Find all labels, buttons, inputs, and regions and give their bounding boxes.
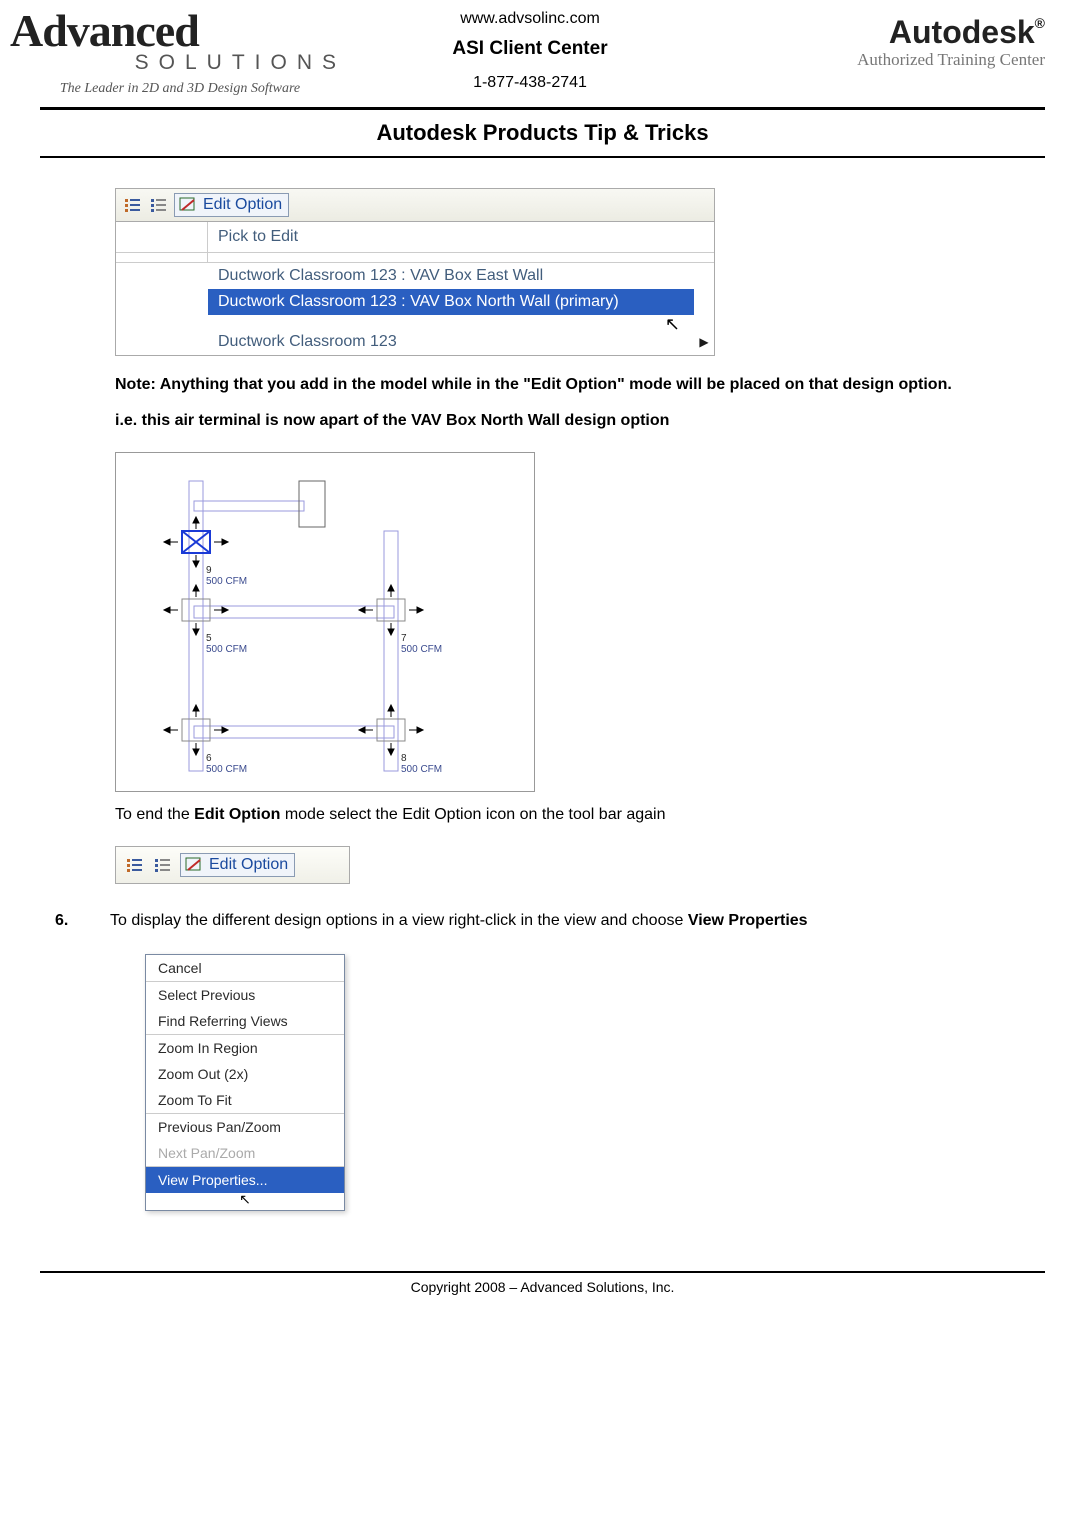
ctx-find-referring-views-label: Find Referring Views [158, 1013, 288, 1029]
autodesk-brand: Autodesk® [710, 16, 1045, 48]
ctx-zoom-in-region[interactable]: Zoom In Region [146, 1035, 344, 1061]
page-content: Edit Option Pick to Edit Ductwork Classr… [0, 188, 1085, 1211]
terminal-6-cfm: 500 CFM [206, 764, 247, 775]
submenu-arrow-icon: ▶ [694, 335, 714, 349]
page-header: Advanced SOLUTIONS The Leader in 2D and … [0, 0, 1085, 97]
ctx-next-pan-zoom-label: Next Pan/Zoom [158, 1145, 255, 1161]
dropdown-item-2-label: Ductwork Classroom 123 [208, 329, 694, 355]
terminal-8-cfm: 500 CFM [401, 764, 442, 775]
step-6-text-bold: View Properties [688, 912, 808, 929]
toolbar-icon-2[interactable] [148, 195, 170, 215]
page-title: Autodesk Products Tip & Tricks [0, 120, 1085, 146]
header-phone: 1-877-438-2741 [380, 74, 680, 92]
ctx-view-properties-label: View Properties... [158, 1172, 267, 1188]
step-6: 6. To display the different design optio… [55, 912, 1030, 930]
dropdown-item-0[interactable]: Ductwork Classroom 123 : VAV Box East Wa… [116, 263, 714, 289]
edit-option-icon-small [183, 855, 205, 875]
cursor-icon-2: ↖ [239, 1191, 251, 1207]
edit-option-icon [177, 195, 199, 215]
terminal-6-num: 6 [206, 753, 212, 764]
terminal-7-label: 7 500 CFM [401, 633, 442, 655]
end-edit-line: To end the Edit Option mode select the E… [115, 806, 1030, 824]
ctx-view-properties[interactable]: View Properties... [146, 1167, 344, 1193]
autodesk-brand-text: Autodesk [889, 14, 1035, 50]
dropdown-item-0-label: Ductwork Classroom 123 : VAV Box East Wa… [208, 263, 694, 289]
figure-context-menu: Cancel Select Previous Find Referring Vi… [145, 954, 345, 1211]
ctx-previous-pan-zoom[interactable]: Previous Pan/Zoom [146, 1114, 344, 1140]
terminal-9-num: 9 [206, 565, 212, 576]
ctx-cancel-label: Cancel [158, 960, 202, 976]
figure-toolbar-small: Edit Option [115, 846, 350, 884]
divider-top [40, 107, 1045, 110]
ctx-zoom-in-region-label: Zoom In Region [158, 1040, 258, 1056]
terminal-7-num: 7 [401, 633, 407, 644]
ctx-zoom-out-label: Zoom Out (2x) [158, 1066, 248, 1082]
combo-selected[interactable]: Pick to Edit [116, 222, 714, 253]
ctx-next-pan-zoom: Next Pan/Zoom [146, 1140, 344, 1166]
terminal-7-cfm: 500 CFM [401, 644, 442, 655]
note-text: Note: Anything that you add in the model… [115, 376, 952, 393]
toolbar-small-icon-1[interactable] [124, 855, 146, 875]
step-6-text-1: To display the different design options … [110, 912, 688, 929]
logo-tagline: The Leader in 2D and 3D Design Software [10, 81, 350, 97]
step-6-num: 6. [55, 912, 110, 930]
dropdown-item-1-label: Ductwork Classroom 123 : VAV Box North W… [208, 289, 694, 315]
header-center: www.advsolinc.com ASI Client Center 1-87… [380, 10, 680, 92]
logo-line1: Advanced [10, 10, 350, 51]
note-block: Note: Anything that you add in the model… [115, 376, 1030, 394]
header-client-center: ASI Client Center [380, 38, 680, 60]
figure-edit-option-dropdown: Edit Option Pick to Edit Ductwork Classr… [115, 188, 715, 356]
footer-copyright: Copyright 2008 – Advanced Solutions, Inc… [0, 1279, 1085, 1315]
dropdown-separator [116, 253, 714, 263]
combo-text: Pick to Edit [208, 222, 714, 252]
header-url: www.advsolinc.com [380, 10, 680, 28]
edit-option-button-small-label: Edit Option [209, 856, 288, 874]
terminal-9-label: 9 500 CFM [206, 565, 247, 587]
terminal-5-cfm: 500 CFM [206, 644, 247, 655]
terminal-5-num: 5 [206, 633, 212, 644]
terminal-5-label: 5 500 CFM [206, 633, 247, 655]
ctx-zoom-out[interactable]: Zoom Out (2x) [146, 1061, 344, 1087]
toolbar-small-icon-2[interactable] [152, 855, 174, 875]
step-6-text: To display the different design options … [110, 912, 1030, 930]
divider-footer [40, 1271, 1045, 1273]
toolbar-row: Edit Option [116, 189, 714, 222]
ie-text: i.e. this air terminal is now apart of t… [115, 412, 1030, 430]
end-edit-text-2: mode select the Edit Option icon on the … [280, 806, 665, 823]
figure-duct-diagram: 9 500 CFM 5 500 CFM 7 500 CFM 6 500 CFM … [115, 452, 535, 792]
dropdown-item-2[interactable]: Ductwork Classroom 123 ▶ [116, 329, 714, 355]
ctx-zoom-to-fit-label: Zoom To Fit [158, 1092, 232, 1108]
ctx-cancel[interactable]: Cancel [146, 955, 344, 981]
logo-autodesk: Autodesk® Authorized Training Center [710, 10, 1045, 70]
terminal-8-label: 8 500 CFM [401, 753, 442, 775]
registered-mark: ® [1035, 15, 1045, 31]
end-edit-text-1: To end the [115, 806, 194, 823]
dropdown-item-1[interactable]: Ductwork Classroom 123 : VAV Box North W… [116, 289, 714, 315]
ctx-zoom-to-fit[interactable]: Zoom To Fit [146, 1087, 344, 1113]
edit-option-button-label: Edit Option [203, 196, 282, 214]
end-edit-text-bold: Edit Option [194, 806, 280, 823]
terminal-6-label: 6 500 CFM [206, 753, 247, 775]
combo-left-pad [116, 222, 208, 252]
divider-sub [40, 156, 1045, 158]
ctx-select-previous[interactable]: Select Previous [146, 982, 344, 1008]
edit-option-button-small[interactable]: Edit Option [180, 853, 295, 877]
terminal-8-num: 8 [401, 753, 407, 764]
ctx-previous-pan-zoom-label: Previous Pan/Zoom [158, 1119, 281, 1135]
duct-svg [124, 461, 528, 785]
ctx-find-referring-views[interactable]: Find Referring Views [146, 1008, 344, 1034]
edit-option-button[interactable]: Edit Option [174, 193, 289, 217]
autodesk-atc: Authorized Training Center [710, 50, 1045, 70]
terminal-9-cfm: 500 CFM [206, 576, 247, 587]
logo-advanced-solutions: Advanced SOLUTIONS The Leader in 2D and … [10, 10, 350, 97]
ctx-select-previous-label: Select Previous [158, 987, 255, 1003]
toolbar-icon-1[interactable] [122, 195, 144, 215]
